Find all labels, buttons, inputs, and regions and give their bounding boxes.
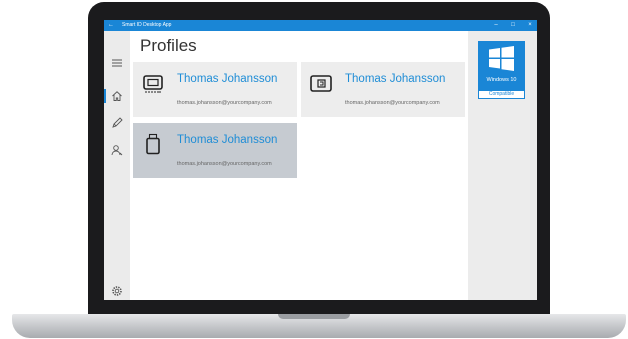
profile-email: thomas.johansson@yourcompany.com xyxy=(177,161,272,167)
profile-email: thomas.johansson@yourcompany.com xyxy=(177,100,272,106)
person-icon[interactable] xyxy=(109,143,125,157)
right-panel: Windows 10 Compatible xyxy=(468,31,537,300)
title-bar: ← Smart ID Desktop App – □ × xyxy=(104,20,537,31)
laptop-notch xyxy=(278,314,350,319)
profile-name: Thomas Johansson xyxy=(177,73,278,85)
windows-logo-icon xyxy=(489,46,514,71)
app-window: ← Smart ID Desktop App – □ × Profiles Th… xyxy=(104,20,537,300)
selection-indicator xyxy=(104,89,106,103)
compatible-label: Compatible xyxy=(478,90,525,99)
windows-compatible-badge: Windows 10 Compatible xyxy=(478,41,525,99)
maximize-button[interactable]: □ xyxy=(506,20,520,31)
window-title: Smart ID Desktop App xyxy=(122,22,172,28)
page-title: Profiles xyxy=(140,36,197,55)
smart-card-chip-icon xyxy=(141,72,165,94)
hamburger-menu-icon[interactable] xyxy=(109,56,125,70)
profile-name: Thomas Johansson xyxy=(345,73,446,85)
tablet-device-icon xyxy=(309,72,333,94)
windows-logo-tile: Windows 10 xyxy=(478,41,525,90)
profile-card[interactable]: Thomas Johansson thomas.johansson@yourco… xyxy=(133,123,297,178)
profile-card[interactable]: Thomas Johansson thomas.johansson@yourco… xyxy=(133,62,297,117)
windows-version-label: Windows 10 xyxy=(486,77,517,83)
profile-card[interactable]: Thomas Johansson thomas.johansson@yourco… xyxy=(301,62,465,117)
pencil-icon[interactable] xyxy=(109,116,125,130)
home-icon[interactable] xyxy=(109,89,125,103)
close-button[interactable]: × xyxy=(523,20,537,31)
back-arrow-icon[interactable]: ← xyxy=(108,20,114,31)
gear-icon[interactable] xyxy=(109,284,125,298)
usb-token-icon xyxy=(141,133,165,155)
profile-email: thomas.johansson@yourcompany.com xyxy=(345,100,440,106)
profile-name: Thomas Johansson xyxy=(177,134,278,146)
minimize-button[interactable]: – xyxy=(489,20,503,31)
sidebar xyxy=(104,31,130,300)
